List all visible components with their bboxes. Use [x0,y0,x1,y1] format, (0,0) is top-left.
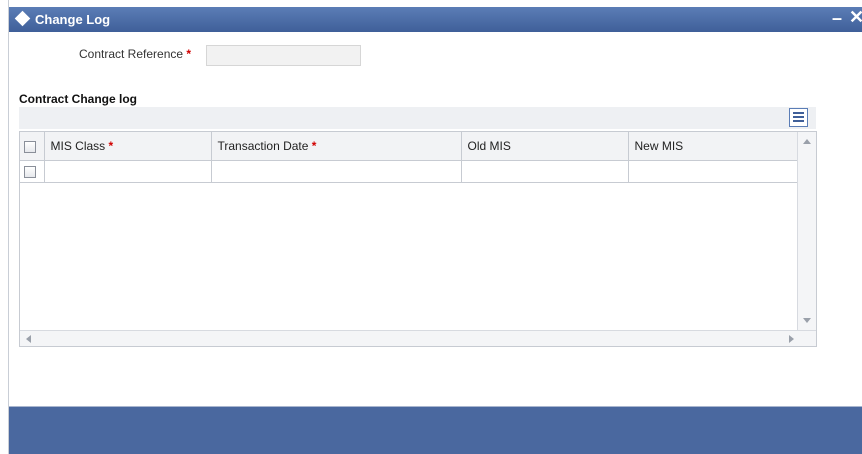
cell-mis-class[interactable] [44,160,212,183]
title-bar[interactable]: Change Log – ✕ [9,7,862,32]
cell-new-mis[interactable] [628,160,798,183]
scroll-right-icon[interactable] [789,335,794,343]
column-header-transaction-date[interactable]: Transaction Date * [211,132,462,161]
column-header-new-mis[interactable]: New MIS [628,132,798,161]
section-title: Contract Change log [19,92,138,106]
change-log-grid: MIS Class * Transaction Date * Old MIS N… [19,131,817,347]
footer-bar [9,406,862,454]
scroll-up-icon[interactable] [803,139,811,144]
column-label: MIS Class [50,138,106,153]
grid-header-row: MIS Class * Transaction Date * Old MIS N… [20,132,798,161]
select-all-cell [20,132,45,161]
scroll-down-icon[interactable] [803,318,811,323]
change-log-window: Change Log – ✕ Contract Reference * Cont… [0,0,862,454]
grid-table: MIS Class * Transaction Date * Old MIS N… [20,132,798,183]
minimize-button[interactable]: – [832,9,846,27]
scroll-left-icon[interactable] [26,335,31,343]
cell-transaction-date[interactable] [211,160,462,183]
column-header-mis-class[interactable]: MIS Class * [44,132,212,161]
diamond-icon [14,10,31,27]
row-checkbox[interactable] [24,165,36,178]
column-label: Transaction Date [217,138,309,153]
column-label: New MIS [634,138,684,153]
contract-reference-input[interactable] [206,45,361,66]
cell-old-mis[interactable] [461,160,629,183]
vertical-scrollbar[interactable] [797,132,816,330]
required-marker: * [311,138,317,153]
column-list-icon[interactable] [789,108,808,127]
table-row[interactable] [20,160,798,183]
select-all-checkbox[interactable] [24,140,36,153]
row-select-cell [20,160,45,183]
window-title: Change Log [35,12,111,27]
contract-reference-label: Contract Reference * [79,47,191,61]
column-header-old-mis[interactable]: Old MIS [461,132,629,161]
column-label: Old MIS [467,138,511,153]
left-frame-strip [0,0,9,454]
grid-toolbar [19,107,816,129]
close-button[interactable]: ✕ [849,7,862,27]
horizontal-scrollbar[interactable] [20,330,816,346]
required-marker: * [186,47,192,61]
required-marker: * [108,138,114,153]
contract-reference-label-text: Contract Reference [79,47,184,61]
